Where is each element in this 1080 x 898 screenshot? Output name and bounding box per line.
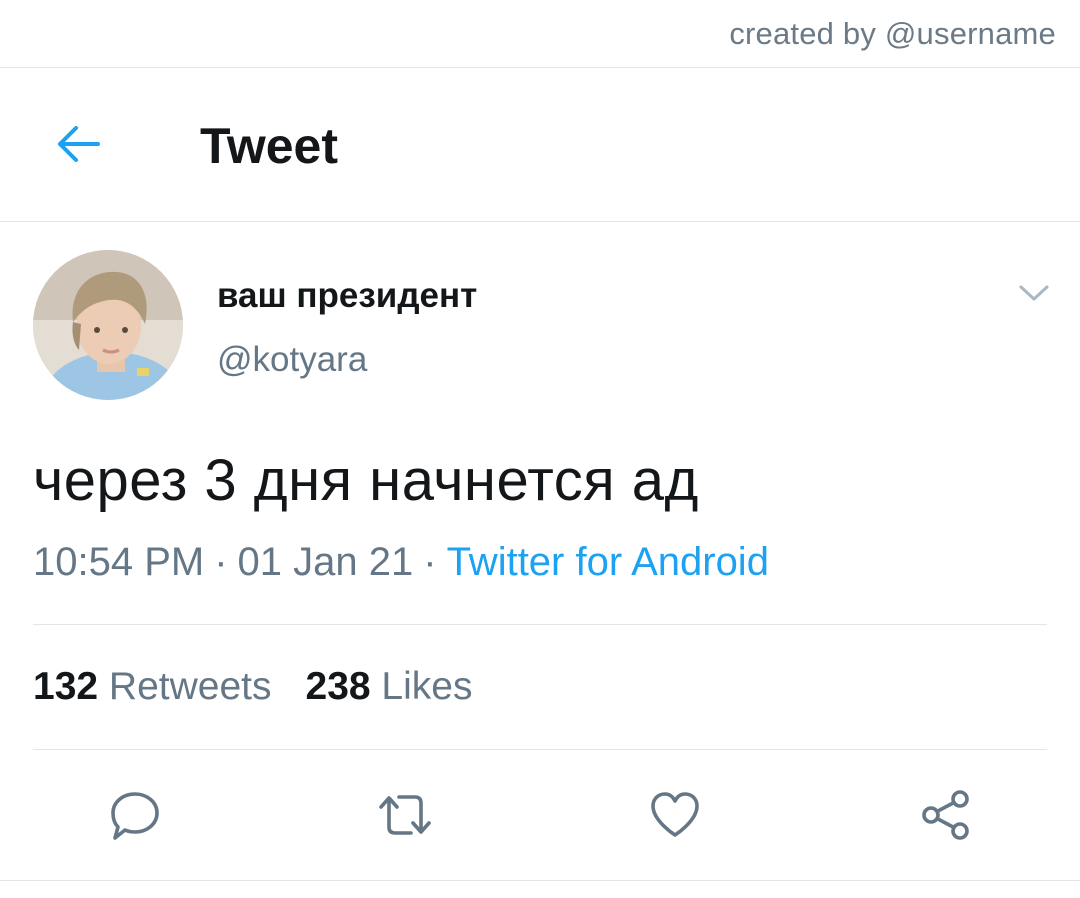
avatar[interactable] <box>33 250 183 400</box>
retweets-label: Retweets <box>108 665 272 708</box>
reply-icon <box>111 792 159 840</box>
arrow-left-icon <box>58 126 100 162</box>
divider <box>33 624 1047 625</box>
divider <box>0 880 1080 881</box>
page-title: Tweet <box>200 118 338 174</box>
retweet-icon <box>379 795 431 835</box>
credit-text: created by @username <box>729 16 1056 51</box>
divider <box>0 221 1080 222</box>
display-name[interactable]: ваш президент <box>217 276 477 316</box>
tweet-time: 10:54 PM <box>33 540 205 584</box>
retweet-button[interactable] <box>370 780 440 850</box>
back-button[interactable] <box>50 120 106 168</box>
reply-button[interactable] <box>100 780 170 850</box>
divider <box>33 749 1047 750</box>
share-icon <box>922 790 969 840</box>
more-options-button[interactable] <box>1012 280 1056 306</box>
tweet-stats: 132 Retweets 238 Likes <box>33 665 472 709</box>
retweets-stat[interactable]: 132 Retweets <box>33 665 272 709</box>
tweet-meta: 10:54 PM · 01 Jan 21 · Twitter for Android <box>33 540 769 585</box>
user-handle[interactable]: @kotyara <box>217 340 367 380</box>
tweet-text: через 3 дня начнется ад <box>33 448 699 513</box>
like-button[interactable] <box>640 780 710 850</box>
tweet-source-link[interactable]: Twitter for Android <box>447 540 769 584</box>
likes-stat[interactable]: 238 Likes <box>306 665 473 709</box>
avatar-photo <box>33 250 183 400</box>
action-bar <box>0 780 1080 850</box>
app-header: Tweet <box>0 68 1080 220</box>
meta-separator: · <box>423 540 437 584</box>
likes-label: Likes <box>381 665 473 708</box>
tweet-date: 01 Jan 21 <box>237 540 414 584</box>
share-button[interactable] <box>910 780 980 850</box>
meta-separator: · <box>214 540 228 584</box>
retweets-count: 132 <box>33 665 99 708</box>
like-icon <box>651 792 699 837</box>
likes-count: 238 <box>305 665 371 708</box>
chevron-down-icon <box>1019 285 1049 301</box>
